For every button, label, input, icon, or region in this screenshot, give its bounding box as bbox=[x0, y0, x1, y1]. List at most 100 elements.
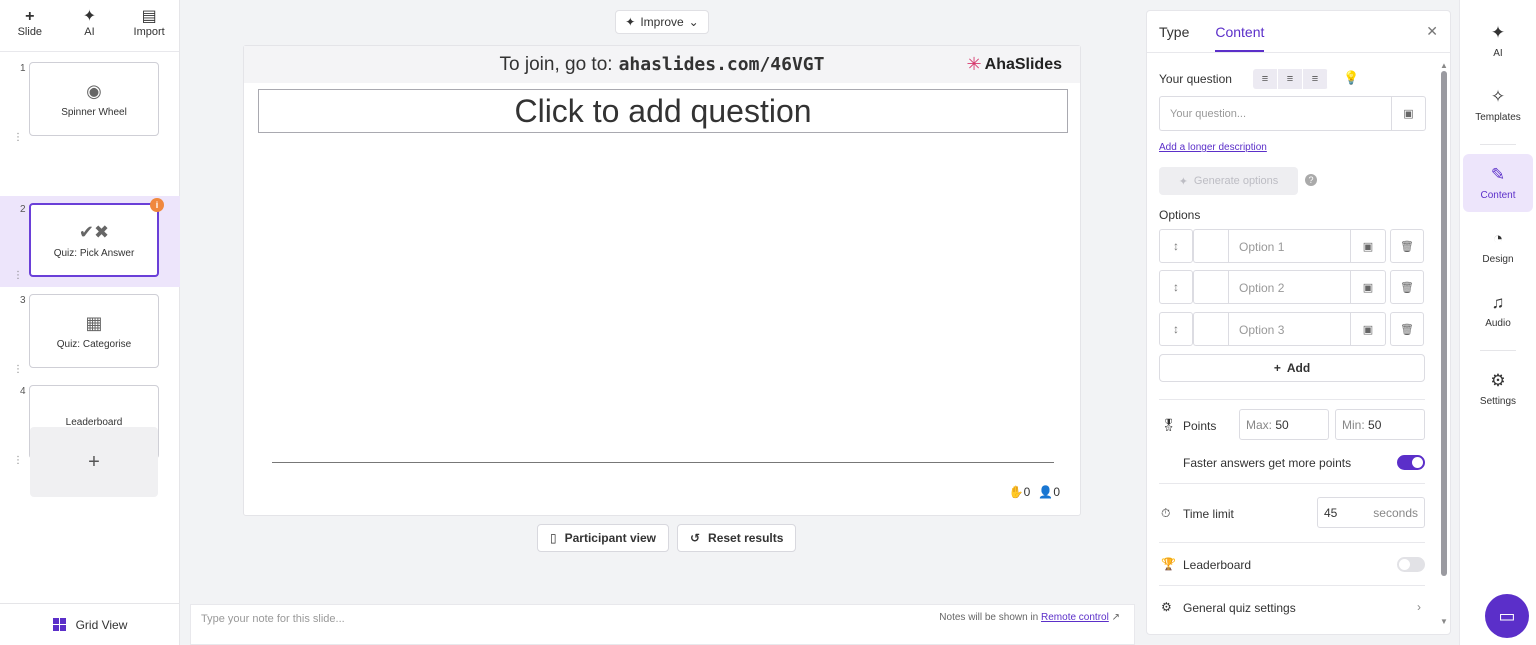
slide-row-2[interactable]: 2 ✔✖ Quiz: Pick Answer i ⋮ bbox=[0, 196, 180, 287]
option-input[interactable]: Option 3 bbox=[1228, 312, 1351, 346]
align-center-icon[interactable]: ≡ bbox=[1278, 69, 1303, 89]
rail-design[interactable]: ◔ Design bbox=[1463, 218, 1533, 276]
option-color-swatch[interactable] bbox=[1193, 229, 1228, 263]
rail-settings[interactable]: ⚙ Settings bbox=[1463, 360, 1533, 418]
add-slide-button[interactable]: + bbox=[30, 427, 158, 497]
slide-row-3[interactable]: 3 ▦ Quiz: Categorise ⋮ bbox=[0, 289, 180, 381]
slide-notes-input[interactable]: Type your note for this slide... Notes w… bbox=[190, 604, 1135, 645]
drag-handle[interactable]: ⋮ bbox=[13, 271, 23, 281]
music-note-icon: ♫ bbox=[1491, 293, 1505, 312]
align-right-icon[interactable]: ≡ bbox=[1303, 69, 1328, 89]
logo-mark-icon: ✳ bbox=[966, 54, 982, 74]
align-left-icon[interactable]: ≡ bbox=[1253, 69, 1278, 89]
option-input[interactable]: Option 2 bbox=[1228, 270, 1351, 304]
question-input[interactable]: Your question... bbox=[1159, 96, 1391, 131]
rail-content[interactable]: ✎ Content bbox=[1463, 154, 1533, 212]
check-cross-icon: ✔✖ bbox=[78, 221, 110, 242]
tab-type[interactable]: Type bbox=[1159, 24, 1189, 52]
drag-vertical-icon[interactable]: ↕ bbox=[1159, 312, 1193, 346]
image-icon[interactable]: ▣ bbox=[1391, 96, 1426, 131]
content-panel: Type Content ✕ Your question ≡ ≡ ≡ 💡 You… bbox=[1146, 10, 1451, 635]
trash-icon[interactable]: 🗑 bbox=[1390, 312, 1424, 346]
sparkle-icon: ✦ bbox=[1490, 23, 1506, 42]
drag-handle[interactable]: ⋮ bbox=[13, 133, 23, 143]
drag-vertical-icon[interactable]: ↕ bbox=[1159, 270, 1193, 304]
option-color-swatch[interactable] bbox=[1193, 312, 1228, 346]
text-align-group: ≡ ≡ ≡ bbox=[1253, 69, 1328, 89]
trash-icon[interactable]: 🗑 bbox=[1390, 270, 1424, 304]
phone-icon: ▯ bbox=[550, 531, 557, 545]
external-link-icon: ↗ bbox=[1111, 612, 1120, 623]
chevron-down-icon: ⌄ bbox=[688, 15, 699, 29]
drag-handle[interactable]: ⋮ bbox=[13, 456, 23, 466]
stopwatch-icon: ⏱ bbox=[1161, 506, 1171, 520]
import-button[interactable]: ▤ Import bbox=[124, 8, 174, 51]
question-title-field[interactable]: Click to add question bbox=[258, 89, 1068, 133]
grid-view-button[interactable]: Grid View bbox=[0, 603, 180, 645]
option-color-swatch[interactable] bbox=[1193, 270, 1228, 304]
join-bar: To join, go to: ahaslides.com/46VGT ✳ Ah… bbox=[244, 46, 1080, 83]
ribbon-icon: 🎖 bbox=[1161, 418, 1177, 432]
help-icon[interactable]: ? bbox=[1305, 174, 1317, 186]
tab-content[interactable]: Content bbox=[1215, 24, 1265, 52]
magic-wand-icon: ✧ bbox=[1490, 87, 1506, 106]
slides-sidebar: + Slide ✦ AI ▤ Import 1 ◉ Spinner Wheel … bbox=[0, 0, 180, 645]
gear-icon: ⚙ bbox=[1490, 371, 1506, 390]
add-description-link[interactable]: Add a longer description bbox=[1159, 142, 1267, 153]
new-slide-button[interactable]: + Slide bbox=[5, 8, 55, 51]
panel-scrollbar[interactable]: ▲ ▼ bbox=[1440, 61, 1448, 626]
slide-row-1[interactable]: 1 ◉ Spinner Wheel ⋮ bbox=[0, 57, 180, 149]
option-input[interactable]: Option 1 bbox=[1228, 229, 1351, 263]
participant-view-button[interactable]: ▯ Participant view bbox=[537, 524, 669, 552]
sparkle-icon: ✦ bbox=[82, 8, 97, 25]
slide-thumbnail[interactable]: ▦ Quiz: Categorise bbox=[29, 294, 159, 368]
faster-answers-toggle[interactable] bbox=[1397, 455, 1425, 470]
grid-icon bbox=[52, 618, 66, 631]
info-badge[interactable]: i bbox=[150, 198, 164, 212]
spinner-icon: ◉ bbox=[86, 80, 102, 101]
plus-icon: + bbox=[88, 450, 100, 473]
ai-button[interactable]: ✦ AI bbox=[64, 8, 114, 51]
chat-support-button[interactable]: ▭ bbox=[1485, 594, 1529, 638]
baseline-divider bbox=[272, 462, 1054, 463]
drag-vertical-icon[interactable]: ↕ bbox=[1159, 229, 1193, 263]
scroll-down-icon[interactable]: ▼ bbox=[1440, 617, 1448, 626]
ahaslides-logo: ✳ AhaSlides bbox=[966, 54, 1062, 74]
leaderboard-toggle[interactable] bbox=[1397, 557, 1425, 572]
lightbulb-icon[interactable]: 💡 bbox=[1343, 70, 1359, 86]
option-row: ↕ Option 3 ▣ 🗑 bbox=[1159, 312, 1425, 346]
add-option-button[interactable]: + Add bbox=[1159, 354, 1425, 382]
pencil-icon: ✎ bbox=[1490, 165, 1506, 184]
image-icon[interactable]: ▣ bbox=[1351, 229, 1386, 263]
max-points-input[interactable]: Max: 50 bbox=[1239, 409, 1329, 440]
reset-results-button[interactable]: ↺ Reset results bbox=[676, 524, 797, 552]
trash-icon[interactable]: 🗑 bbox=[1390, 229, 1424, 263]
generate-options-button[interactable]: ✦ Generate options bbox=[1159, 167, 1298, 195]
slide-thumbnail[interactable]: ◉ Spinner Wheel bbox=[29, 62, 159, 136]
rail-audio[interactable]: ♫ Audio bbox=[1463, 282, 1533, 340]
min-points-input[interactable]: Min: 50 bbox=[1335, 409, 1425, 440]
remote-control-link[interactable]: Remote control bbox=[1041, 612, 1109, 623]
canvas-actions: ▯ Participant view ↺ Reset results bbox=[537, 524, 797, 552]
image-icon[interactable]: ▣ bbox=[1351, 270, 1386, 304]
drag-handle[interactable]: ⋮ bbox=[13, 365, 23, 375]
person-icon: 👤 bbox=[1038, 485, 1054, 499]
slide-toolbar: + Slide ✦ AI ▤ Import bbox=[0, 0, 179, 52]
rail-templates[interactable]: ✧ Templates bbox=[1463, 76, 1533, 134]
rail-ai[interactable]: ✦ AI bbox=[1463, 12, 1533, 70]
your-question-label: Your question bbox=[1159, 72, 1232, 86]
response-counts: ✋0 👤0 bbox=[1008, 485, 1060, 499]
sparkle-icon: ✦ bbox=[625, 15, 636, 29]
slide-thumbnail[interactable]: ✔✖ Quiz: Pick Answer bbox=[29, 203, 159, 277]
improve-button[interactable]: ✦ Improve ⌄ bbox=[615, 10, 709, 34]
general-quiz-settings-row[interactable]: ⚙ General quiz settings › bbox=[1159, 589, 1429, 625]
time-limit-input[interactable]: 45 seconds bbox=[1317, 497, 1425, 528]
scroll-up-icon[interactable]: ▲ bbox=[1440, 61, 1448, 70]
trophy-icon: 🏆 bbox=[1161, 557, 1176, 571]
right-rail: ✦ AI ✧ Templates ✎ Content ◔ Design ♫ Au… bbox=[1459, 0, 1536, 645]
panel-tabs: Type Content ✕ bbox=[1147, 11, 1450, 53]
image-icon[interactable]: ▣ bbox=[1351, 312, 1386, 346]
gear-icon: ⚙ bbox=[1161, 600, 1172, 614]
close-icon[interactable]: ✕ bbox=[1426, 23, 1438, 40]
chevron-right-icon: › bbox=[1417, 600, 1421, 614]
